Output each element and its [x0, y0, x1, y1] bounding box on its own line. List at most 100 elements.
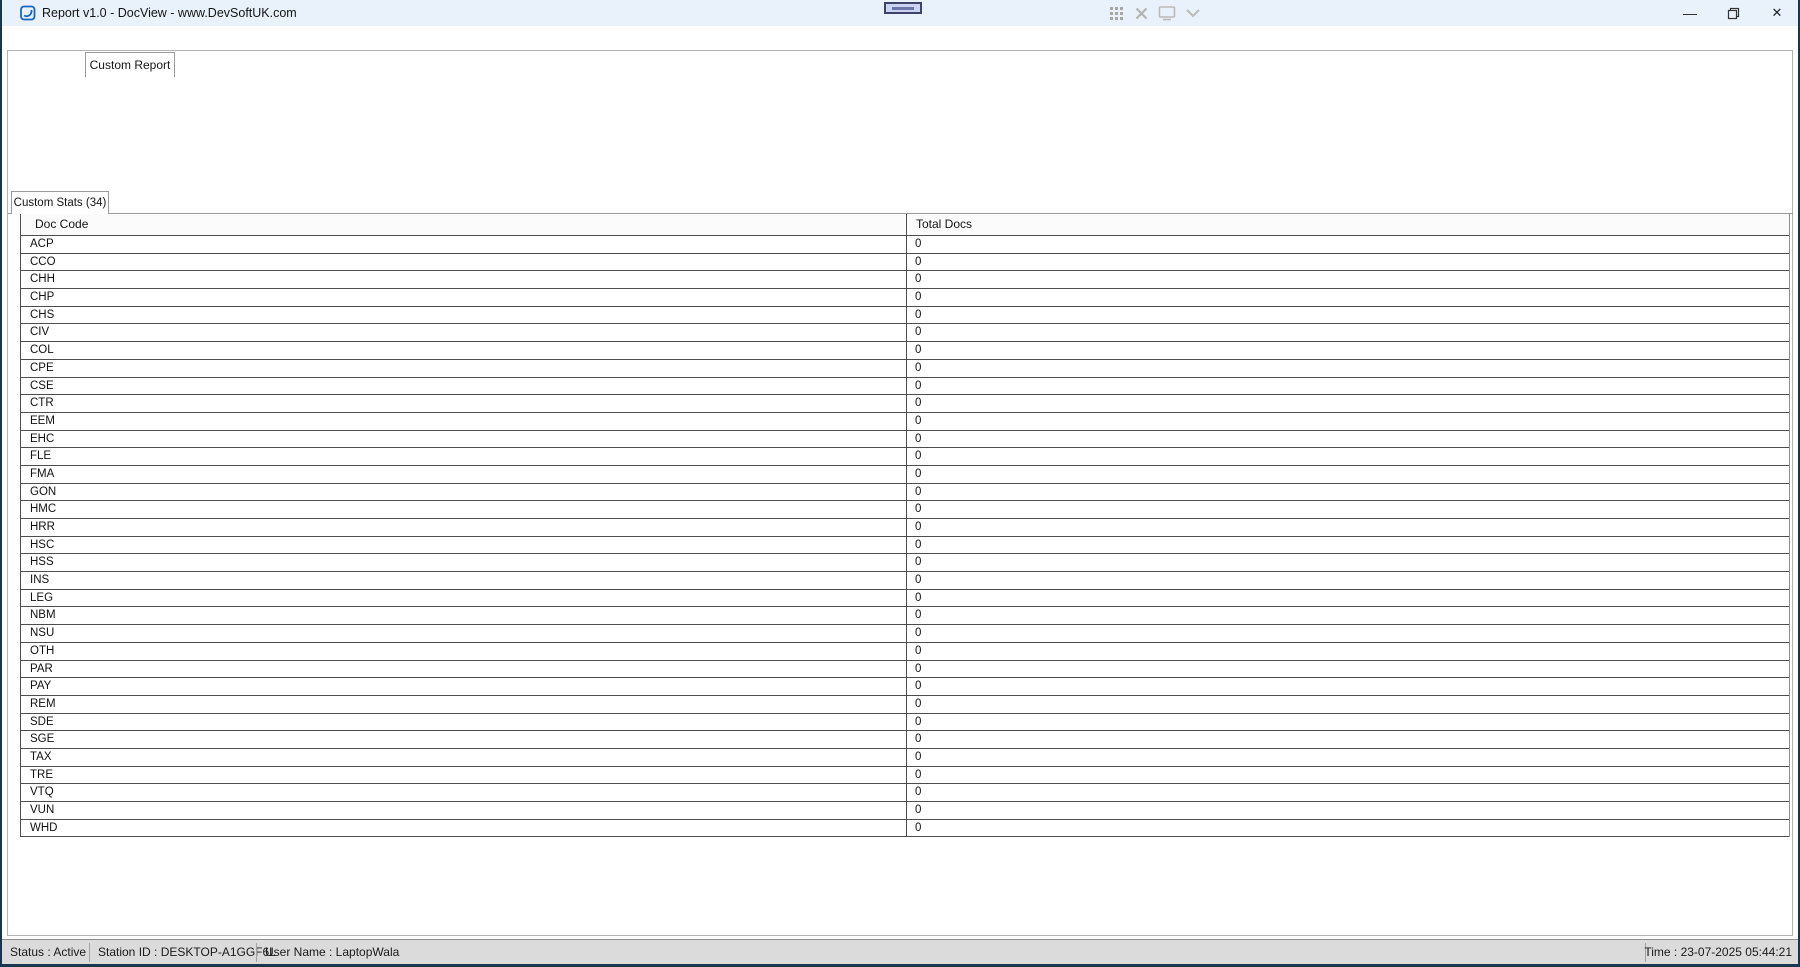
- table-row[interactable]: CHH0: [21, 271, 1789, 289]
- total-docs-cell: 0: [907, 519, 1789, 536]
- doc-code-cell: INS: [21, 572, 907, 589]
- window-title: Report v1.0 - DocView - www.DevSoftUK.co…: [42, 6, 297, 20]
- total-docs-cell: 0: [907, 554, 1789, 571]
- total-docs-cell: 0: [907, 448, 1789, 465]
- doc-code-cell: CHP: [21, 289, 907, 306]
- table-row[interactable]: HRR0: [21, 519, 1789, 537]
- doc-code-cell: GON: [21, 484, 907, 501]
- table-row[interactable]: REM0: [21, 696, 1789, 714]
- doc-code-cell: CPE: [21, 360, 907, 377]
- table-row[interactable]: SGE0: [21, 731, 1789, 749]
- total-docs-cell: 0: [907, 696, 1789, 713]
- doc-code-cell: OTH: [21, 643, 907, 660]
- overlay-toolbar: [1108, 3, 1201, 23]
- doc-code-cell: FMA: [21, 466, 907, 483]
- total-docs-cell: 0: [907, 625, 1789, 642]
- restore-button[interactable]: [1718, 0, 1748, 26]
- table-row[interactable]: HMC0: [21, 501, 1789, 519]
- doc-code-cell: CCO: [21, 254, 907, 271]
- table-row[interactable]: VTQ0: [21, 784, 1789, 802]
- table-row[interactable]: FMA0: [21, 466, 1789, 484]
- table-row[interactable]: WHD0: [21, 820, 1789, 838]
- table-row[interactable]: CHS0: [21, 307, 1789, 325]
- table-row[interactable]: PAR0: [21, 661, 1789, 679]
- total-docs-cell: 0: [907, 714, 1789, 731]
- doc-code-cell: EHC: [21, 431, 907, 448]
- doc-code-cell: HMC: [21, 501, 907, 518]
- doc-code-cell: VTQ: [21, 784, 907, 801]
- table-row[interactable]: COL0: [21, 342, 1789, 360]
- doc-code-cell: CHS: [21, 307, 907, 324]
- total-docs-cell: 0: [907, 342, 1789, 359]
- app-window: Report v1.0 - DocView - www.DevSoftUK.co…: [0, 0, 1800, 967]
- doc-code-cell: CTR: [21, 395, 907, 412]
- minimize-button[interactable]: —: [1675, 0, 1705, 26]
- doc-code-cell: LEG: [21, 590, 907, 607]
- doc-code-cell: CIV: [21, 324, 907, 341]
- tab-custom-stats[interactable]: Custom Stats (34): [11, 191, 109, 214]
- time-label: Time : 23-07-2025 05:44:21: [1644, 940, 1792, 965]
- doc-code-cell: REM: [21, 696, 907, 713]
- column-header-doc-code[interactable]: Doc Code: [21, 214, 907, 235]
- tab-custom-report[interactable]: Custom Report: [85, 52, 175, 77]
- total-docs-cell: 0: [907, 749, 1789, 766]
- statusbar: Status : Active Station ID : DESKTOP-A1G…: [2, 939, 1798, 964]
- total-docs-cell: 0: [907, 661, 1789, 678]
- total-docs-cell: 0: [907, 307, 1789, 324]
- table-row[interactable]: CPE0: [21, 360, 1789, 378]
- total-docs-cell: 0: [907, 501, 1789, 518]
- table-header-row: Doc Code Total Docs: [21, 214, 1789, 236]
- table-row[interactable]: CHP0: [21, 289, 1789, 307]
- grid-icon[interactable]: [1108, 5, 1125, 22]
- doc-code-cell: WHD: [21, 820, 907, 837]
- stats-table: Doc Code Total Docs ACP0CCO0CHH0CHP0CHS0…: [20, 214, 1790, 837]
- doc-code-cell: VUN: [21, 802, 907, 819]
- table-row[interactable]: NBM0: [21, 607, 1789, 625]
- table-row[interactable]: SDE0: [21, 714, 1789, 732]
- table-row[interactable]: LEG0: [21, 590, 1789, 608]
- close-button[interactable]: ✕: [1762, 0, 1792, 26]
- doc-code-cell: COL: [21, 342, 907, 359]
- doc-code-cell: FLE: [21, 448, 907, 465]
- table-row[interactable]: NSU0: [21, 625, 1789, 643]
- doc-code-cell: ACP: [21, 236, 907, 253]
- doc-code-cell: PAR: [21, 661, 907, 678]
- table-row[interactable]: OTH0: [21, 643, 1789, 661]
- doc-code-cell: NSU: [21, 625, 907, 642]
- table-body: ACP0CCO0CHH0CHP0CHS0CIV0COL0CPE0CSE0CTR0…: [21, 236, 1789, 837]
- total-docs-cell: 0: [907, 236, 1789, 253]
- table-row[interactable]: HSC0: [21, 537, 1789, 555]
- table-row[interactable]: ACP0: [21, 236, 1789, 254]
- statusbar-separator: [256, 943, 257, 962]
- table-row[interactable]: CSE0: [21, 378, 1789, 396]
- titlebar-overlay-widget[interactable]: [884, 2, 922, 14]
- table-row[interactable]: TRE0: [21, 767, 1789, 785]
- table-row[interactable]: TAX0: [21, 749, 1789, 767]
- doc-code-cell: PAY: [21, 678, 907, 695]
- table-row[interactable]: VUN0: [21, 802, 1789, 820]
- table-row[interactable]: FLE0: [21, 448, 1789, 466]
- table-row[interactable]: GON0: [21, 484, 1789, 502]
- total-docs-cell: 0: [907, 395, 1789, 412]
- column-header-total-docs[interactable]: Total Docs: [907, 214, 1789, 235]
- main-tabstrip: Filter Options Custom Report: [0, 26, 1800, 50]
- total-docs-cell: 0: [907, 378, 1789, 395]
- table-row[interactable]: CIV0: [21, 324, 1789, 342]
- doc-code-cell: SGE: [21, 731, 907, 748]
- table-row[interactable]: PAY0: [21, 678, 1789, 696]
- table-row[interactable]: HSS0: [21, 554, 1789, 572]
- total-docs-cell: 0: [907, 802, 1789, 819]
- user-name-label: User Name : LaptopWala: [265, 940, 399, 965]
- total-docs-cell: 0: [907, 607, 1789, 624]
- table-row[interactable]: EHC0: [21, 431, 1789, 449]
- table-row[interactable]: CCO0: [21, 254, 1789, 272]
- table-row[interactable]: EEM0: [21, 413, 1789, 431]
- table-row[interactable]: INS0: [21, 572, 1789, 590]
- doc-code-cell: TRE: [21, 767, 907, 784]
- chevron-down-icon[interactable]: [1185, 8, 1201, 18]
- app-icon[interactable]: [20, 5, 36, 21]
- monitor-icon[interactable]: [1158, 5, 1176, 21]
- total-docs-cell: 0: [907, 466, 1789, 483]
- table-row[interactable]: CTR0: [21, 395, 1789, 413]
- resize-cross-icon[interactable]: [1134, 6, 1149, 21]
